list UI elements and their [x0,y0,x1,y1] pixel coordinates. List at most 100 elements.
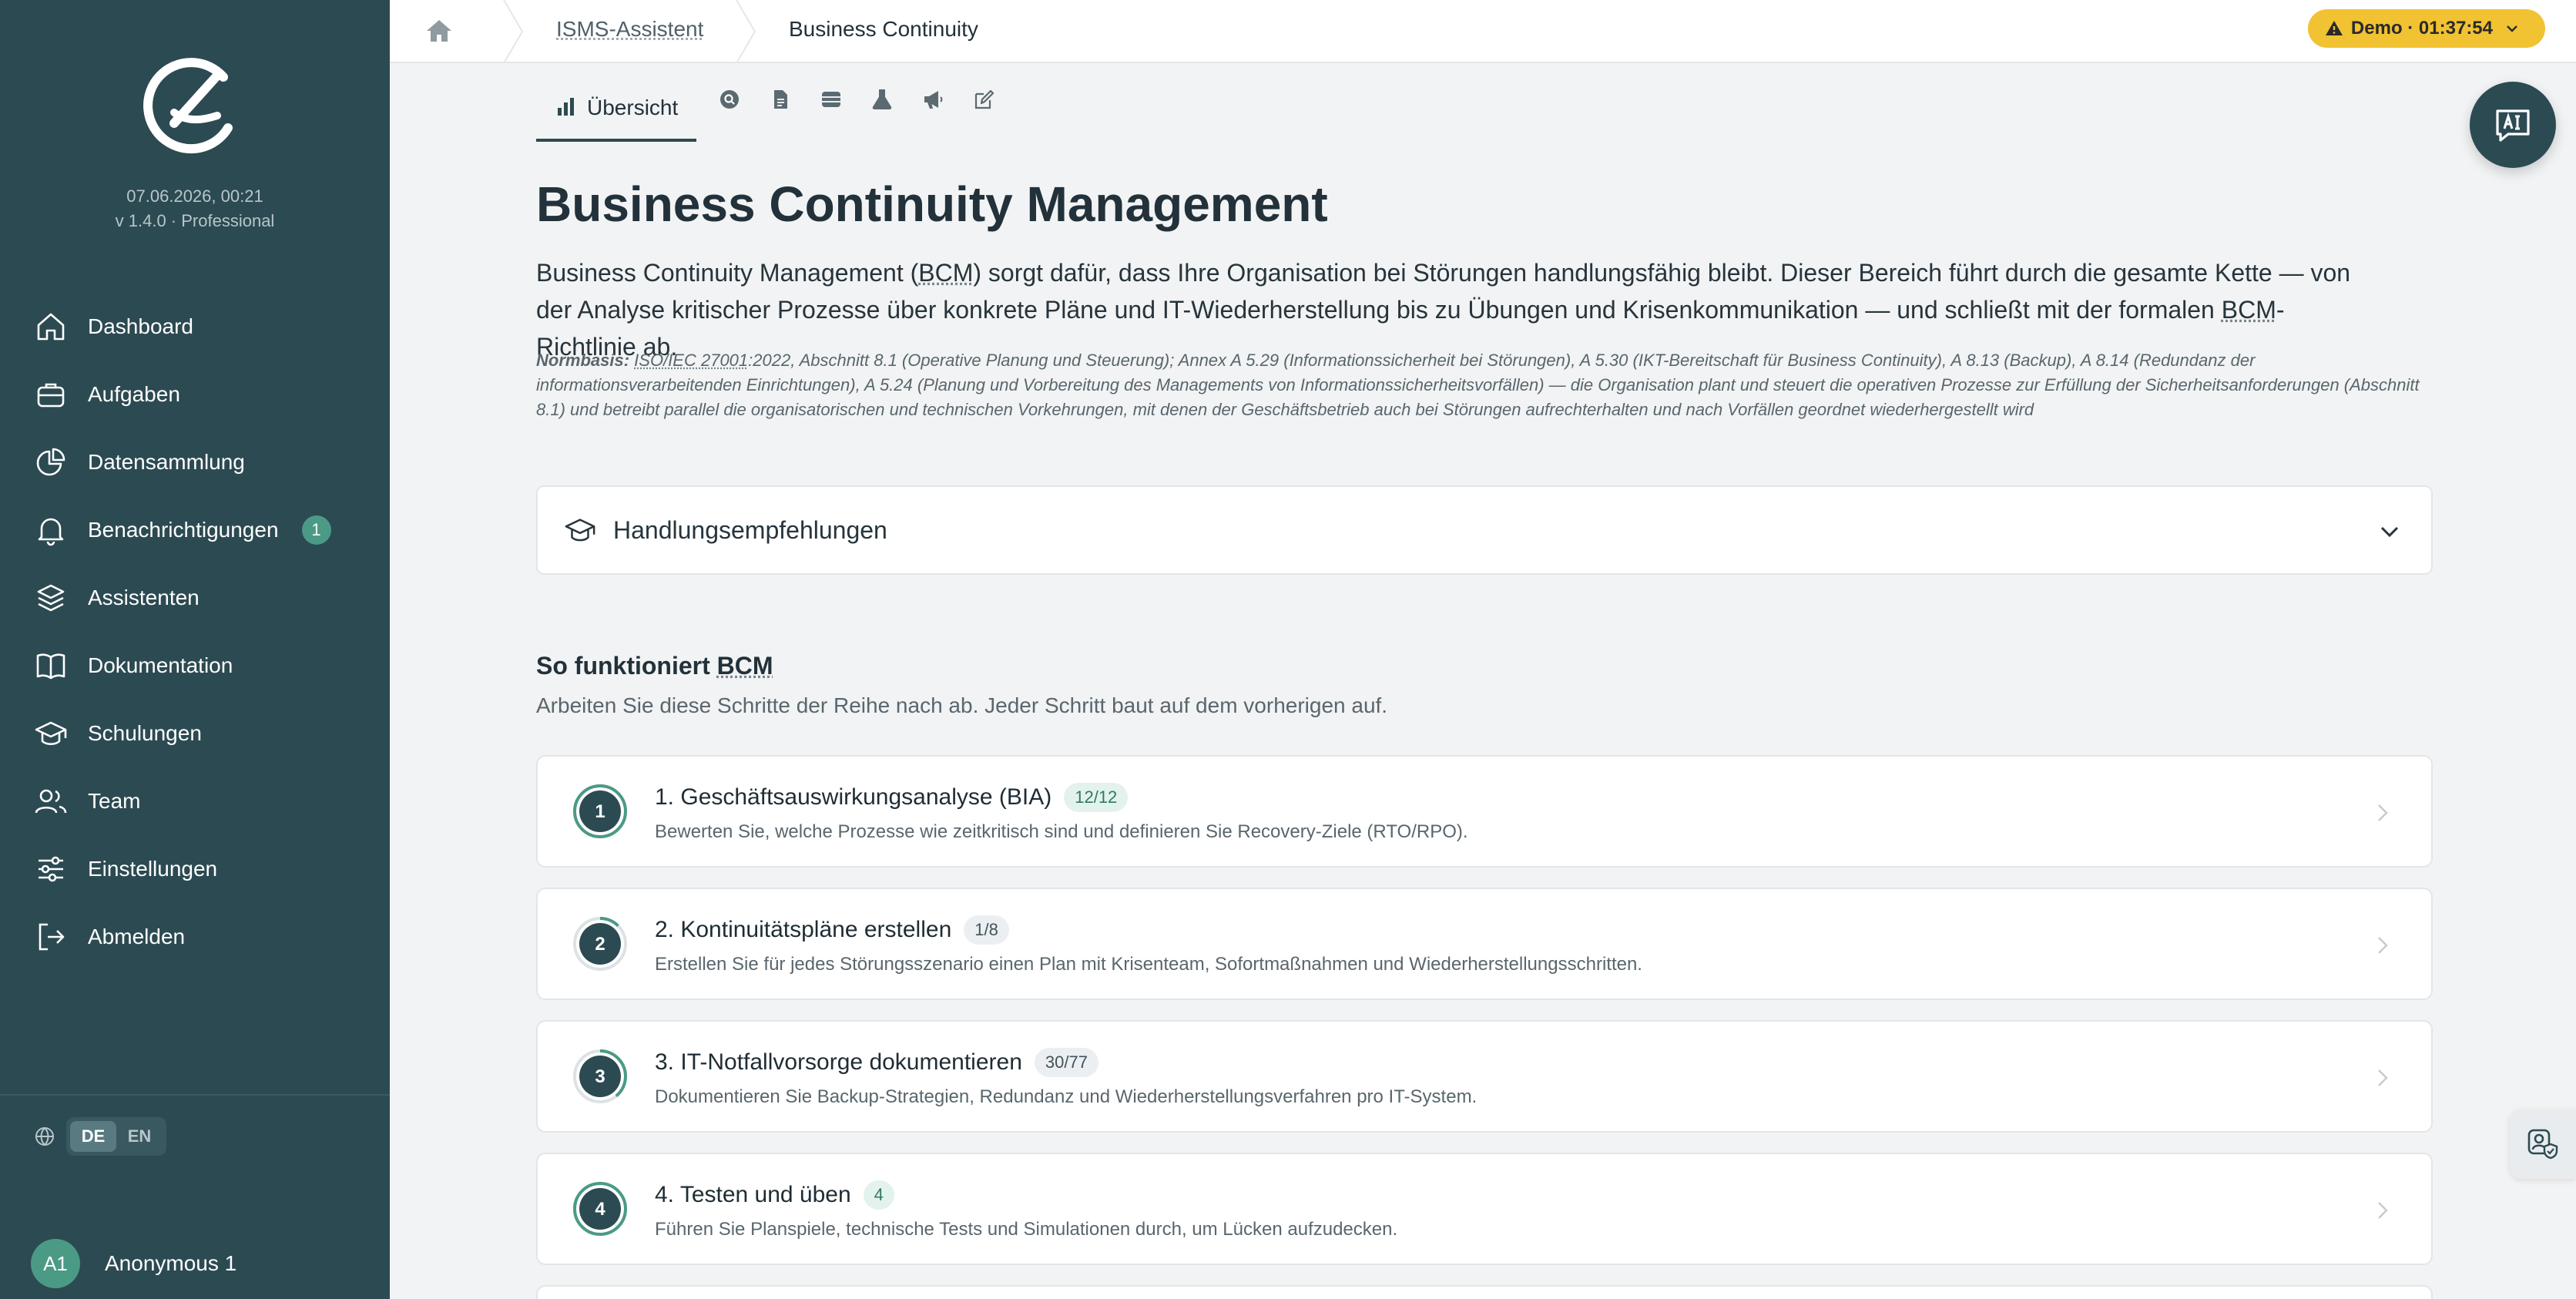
step-title: 1. Geschäftsauswirkungsanalyse (BIA) [655,784,1052,811]
tab-communication[interactable] [907,86,958,142]
chevron-right-icon [2371,799,2394,827]
recommendations-accordion[interactable]: Handlungsempfehlungen [536,485,2433,575]
users-icon [34,784,68,818]
nav-label: Einstellungen [88,857,217,881]
demo-timer-label: Demo · 01:37:54 [2351,18,2493,39]
nav-datensammlung[interactable]: Datensammlung [0,428,390,496]
step-number: 3 [595,1066,605,1087]
demo-timer-badge[interactable]: Demo · 01:37:54 [2308,9,2545,48]
home-icon [34,310,68,344]
step-card[interactable]: 1 1. Geschäftsauswirkungsanalyse (BIA) 1… [536,755,2433,868]
tab-tests[interactable] [857,86,907,142]
bar-chart-icon [555,96,578,119]
megaphone-icon [921,88,944,111]
step-progress-ring: 1 [572,783,629,840]
graduation-cap-icon [34,717,68,750]
norm-label: Normbasis: [536,351,629,370]
step-header: 1. Geschäftsauswirkungsanalyse (BIA) 12/… [655,783,1128,812]
language-toggle: DE EN [66,1117,166,1156]
norm-basis: Normbasis: ISO/IEC 27001:2022, Abschnitt… [536,348,2447,422]
avatar: A1 [31,1239,80,1288]
briefcase-icon [34,378,68,411]
tab-systems[interactable] [806,86,857,142]
step-description: Erstellen Sie für jedes Störungsszenario… [655,954,1642,975]
abbr-bcm: BCM [717,652,773,680]
tab-edit[interactable] [958,86,1009,142]
step-card[interactable]: 4 4. Testen und üben 4 Führen Sie Plansp… [536,1153,2433,1265]
nav-label: Schulungen [88,721,202,746]
privacy-settings-tab[interactable] [2510,1109,2576,1179]
main-nav: Dashboard Aufgaben Datensammlung Benachr… [0,293,390,971]
tab-documents[interactable] [755,86,806,142]
lang-en-button[interactable]: EN [116,1121,163,1152]
book-icon [34,649,68,683]
ai-chat-icon [2493,105,2533,145]
globe-icon [34,1126,55,1147]
intro-text: Business Continuity Management ( [536,259,918,287]
step-number: 2 [595,934,605,955]
norm-link[interactable]: ISO/IEC 27001 [634,351,748,370]
abbr-bcm: BCM [918,259,973,287]
tab-overview-label: Übersicht [587,96,678,120]
user-profile[interactable]: A1 Anonymous 1 [31,1239,236,1288]
nav-label: Team [88,789,140,814]
nav-abmelden[interactable]: Abmelden [0,903,390,971]
home-icon[interactable] [424,15,454,46]
step-title: 2. Kontinuitätspläne erstellen [655,917,951,943]
nav-dashboard[interactable]: Dashboard [0,293,390,361]
step-card[interactable]: 2 2. Kontinuitätspläne erstellen 1/8 Ers… [536,888,2433,1000]
breadcrumb-isms-assistent[interactable]: ISMS-Assistent [556,17,703,42]
warning-icon [2325,19,2343,38]
user-shield-icon [2526,1127,2560,1161]
recommendations-label: Handlungsempfehlungen [613,516,887,545]
edit-icon [972,88,995,111]
nav-label: Datensammlung [88,450,245,475]
step-title: 4. Testen und üben [655,1182,851,1208]
sidebar-divider [0,1094,390,1096]
nav-assistenten[interactable]: Assistenten [0,564,390,632]
layers-icon [34,581,68,615]
breadcrumb-separator [502,0,525,63]
step-description: Dokumentieren Sie Backup-Strategien, Red… [655,1086,1477,1108]
ai-assistant-button[interactable] [2470,82,2556,168]
user-name: Anonymous 1 [105,1251,236,1276]
breadcrumb-separator [735,0,758,63]
tab-search[interactable] [704,86,755,142]
nav-dokumentation[interactable]: Dokumentation [0,632,390,700]
chevron-right-icon [2371,931,2394,959]
step-progress-badge: 12/12 [1064,783,1128,812]
step-progress-badge: 4 [864,1180,894,1210]
lang-de-button[interactable]: DE [70,1121,116,1152]
language-switcher: DE EN [34,1117,166,1156]
pie-chart-icon [34,445,68,479]
nav-label: Aufgaben [88,382,180,407]
nav-team[interactable]: Team [0,767,390,835]
nav-einstellungen[interactable]: Einstellungen [0,835,390,903]
step-progress-badge: 1/8 [964,915,1009,945]
step-number: 4 [595,1199,605,1220]
database-icon [820,88,843,111]
logout-icon [34,920,68,954]
sidebar: 07.06.2026, 00:21 v 1.4.0 · Professional… [0,0,390,1299]
step-card-partial[interactable] [536,1285,2433,1299]
nav-aufgaben[interactable]: Aufgaben [0,361,390,428]
session-date: 07.06.2026, 00:21 [0,186,390,206]
step-header: 2. Kontinuitätspläne erstellen 1/8 [655,915,1009,945]
graduation-cap-icon [564,514,596,546]
nav-benachrichtigungen[interactable]: Benachrichtigungen 1 [0,496,390,564]
step-header: 4. Testen und üben 4 [655,1180,894,1210]
step-card[interactable]: 3 3. IT-Notfallvorsorge dokumentieren 30… [536,1020,2433,1133]
abbr-bcm: BCM [2222,296,2276,324]
app-logo [143,54,242,157]
app-version: v 1.4.0 · Professional [0,211,390,231]
step-progress-ring: 3 [572,1048,629,1105]
nav-label: Assistenten [88,586,200,610]
tab-overview[interactable]: Übersicht [536,86,696,142]
section-title-text: So funktioniert [536,652,717,680]
chevron-right-icon [2371,1197,2394,1224]
nav-schulungen[interactable]: Schulungen [0,700,390,767]
nav-label: Dokumentation [88,653,233,678]
top-bar: ISMS-Assistent Business Continuity Demo … [390,0,2576,63]
step-progress-ring: 4 [572,1180,629,1237]
document-icon [769,88,792,111]
